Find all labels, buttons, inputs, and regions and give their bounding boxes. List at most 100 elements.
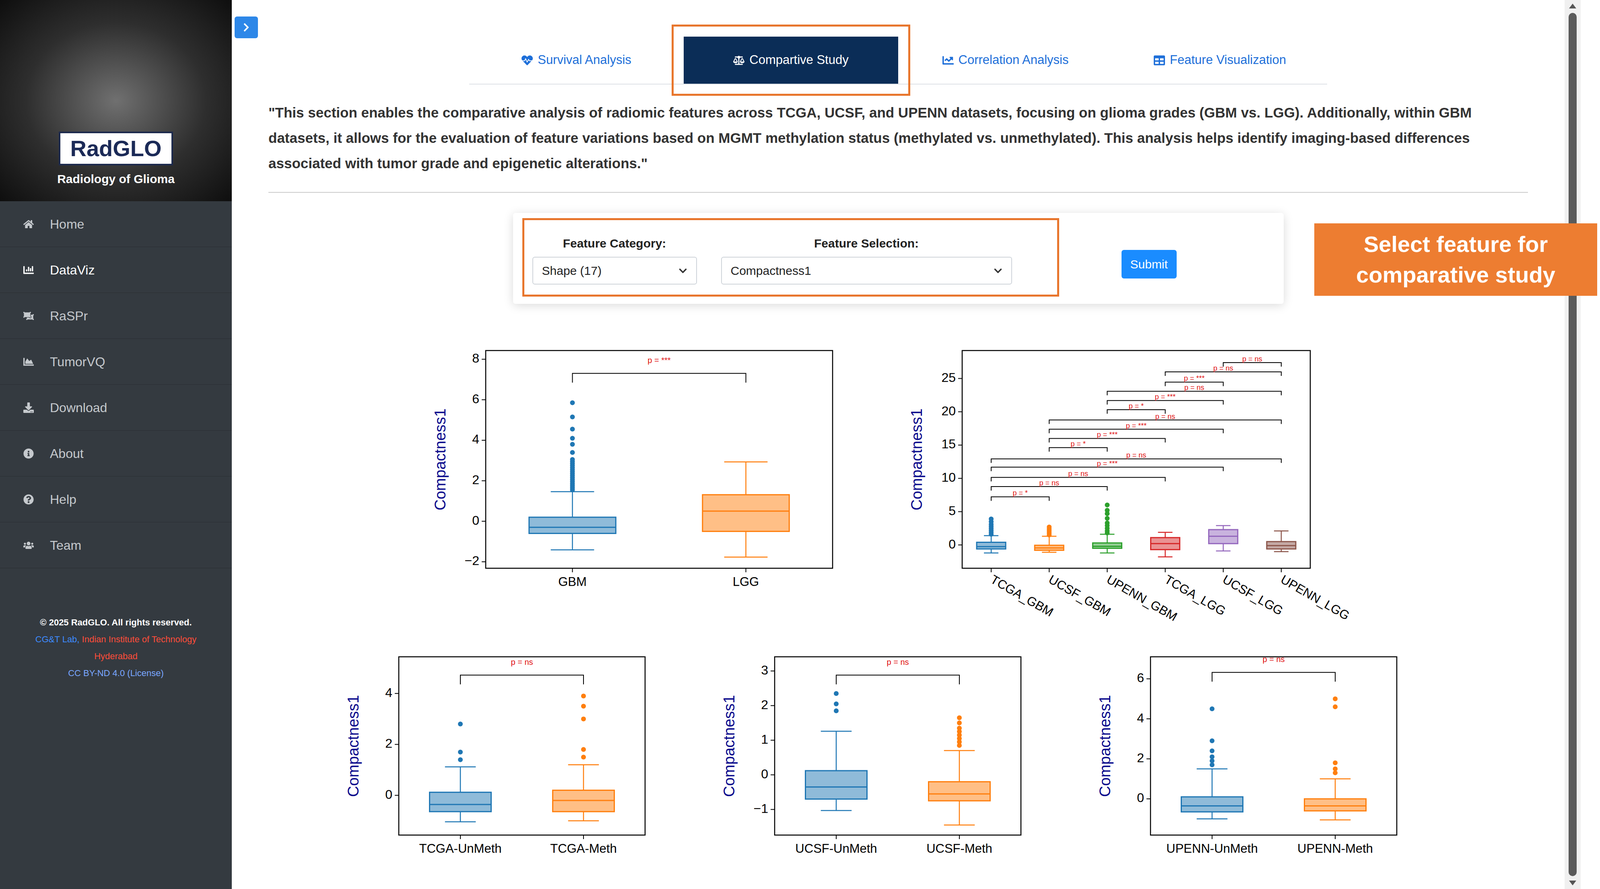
sidebar-footer: © 2025 RadGLO. All rights reserved.CG&T … <box>0 614 232 682</box>
outlier-dot <box>570 426 576 432</box>
institute-link[interactable]: Indian Institute of Technology Hyderabad <box>82 634 197 662</box>
sidebar-item[interactable]: Download <box>0 384 232 431</box>
x-axis-label: TCGA-UnMeth <box>419 841 502 856</box>
sidebar-item[interactable]: TumorVQ <box>0 338 232 385</box>
lab-link[interactable]: CG&T Lab, <box>35 634 80 645</box>
box-plot: LGG <box>702 461 790 589</box>
svg-text:4: 4 <box>472 431 480 447</box>
sidebar-item[interactable]: Team <box>0 522 232 569</box>
x-axis-label: UCSF_GBM <box>1046 572 1114 619</box>
tab[interactable]: Feature Visualization <box>1112 36 1328 84</box>
outlier-dot <box>581 716 586 722</box>
logo-subtitle: Radiology of Glioma <box>57 171 175 187</box>
svg-text:6: 6 <box>472 391 480 407</box>
sidebar-menu: HomeDataVizRaSPrTumorVQDownloadAboutHelp… <box>0 201 232 569</box>
svg-text:5: 5 <box>948 503 956 518</box>
significance-bracket: p = ns <box>991 451 1282 463</box>
tab[interactable]: Compartive Study <box>683 36 899 84</box>
tab-icon <box>942 54 954 66</box>
outlier-dot <box>1209 706 1215 712</box>
svg-text:−1: −1 <box>753 801 769 816</box>
y-axis-label: Compactness1 <box>720 694 738 797</box>
y-tick: 0 <box>385 787 399 802</box>
submit-button[interactable]: Submit <box>1121 249 1177 279</box>
outlier-dot <box>1209 738 1215 744</box>
sidebar-item[interactable]: Home <box>0 201 232 248</box>
y-tick: 2 <box>472 472 486 487</box>
tab[interactable]: Survival Analysis <box>469 36 684 84</box>
sidebar-toggle[interactable] <box>234 16 258 39</box>
x-axis-label: UCSF_LGG <box>1220 572 1286 619</box>
svg-text:1: 1 <box>760 731 769 747</box>
svg-text:p = ns: p = ns <box>1242 354 1263 363</box>
menu-icon <box>23 218 34 230</box>
svg-text:8: 8 <box>472 350 480 366</box>
svg-text:0: 0 <box>385 787 393 802</box>
svg-text:p = ***: p = *** <box>647 355 671 365</box>
significance-bracket: p = * <box>1107 402 1165 414</box>
license-link[interactable]: CC BY-ND 4.0 (License) <box>68 664 164 682</box>
box-plot: UCSF-Meth <box>926 715 993 856</box>
annotation-callout: Select feature for comparative study <box>1314 223 1598 296</box>
select-box[interactable]: Compactness1 <box>721 256 1013 285</box>
x-axis-label: UCSF-UnMeth <box>795 841 877 856</box>
outlier-dot <box>570 449 576 455</box>
plot-frame <box>485 350 833 569</box>
y-tick: 2 <box>385 736 399 751</box>
feature-selection: Feature Selection: Compactness1 <box>721 235 1013 285</box>
y-axis-label: Compactness1 <box>431 408 449 511</box>
logo[interactable]: RadGLO <box>58 131 173 166</box>
grade-box-chart: −202468Compactness1GBMLGGp = *** <box>425 342 845 601</box>
divider <box>268 191 1528 193</box>
plot-frame <box>398 656 646 836</box>
svg-text:p = ***: p = *** <box>1154 392 1176 401</box>
outlier-dot <box>570 414 576 420</box>
arrow-down-icon[interactable] <box>1568 880 1577 886</box>
outlier-dot <box>457 749 463 755</box>
y-tick: 0 <box>948 536 963 552</box>
box-plot: UPENN-UnMeth <box>1166 706 1258 856</box>
box-plot: TCGA_LGG <box>1150 532 1229 619</box>
scrollbar-thumb[interactable] <box>1568 12 1577 877</box>
outlier-dot <box>581 746 586 752</box>
box-plot: TCGA-Meth <box>550 693 617 856</box>
outlier-dot <box>1332 766 1338 772</box>
field-label: Feature Category: <box>562 235 667 252</box>
tab-icon <box>521 54 533 66</box>
sidebar-item[interactable]: RaSPr <box>0 292 232 339</box>
tab[interactable]: Correlation Analysis <box>898 36 1113 84</box>
sidebar-item[interactable]: Help <box>0 476 232 523</box>
svg-text:6: 6 <box>1136 670 1145 685</box>
y-tick: 5 <box>948 503 963 518</box>
x-axis-label: TCGA_GBM <box>988 572 1056 620</box>
y-tick: 4 <box>472 431 486 447</box>
svg-text:20: 20 <box>941 403 956 419</box>
methylation-box-chart: 024Compactness1TCGA-UnMethTCGA-Methp = n… <box>338 648 658 868</box>
box-plot: UCSF-UnMeth <box>795 690 877 856</box>
svg-text:10: 10 <box>941 470 956 485</box>
sidebar-item[interactable]: About <box>0 430 232 477</box>
scrollbar[interactable] <box>1564 0 1581 889</box>
svg-text:2: 2 <box>472 472 480 487</box>
svg-text:p = ns: p = ns <box>1184 383 1205 392</box>
methylation-box-chart: 0246Compactness1UPENN-UnMethUPENN-Methp … <box>1090 648 1409 868</box>
y-tick: 0 <box>472 513 486 528</box>
field-label: Feature Selection: <box>814 235 919 252</box>
chevron-right-icon <box>241 22 252 33</box>
menu-icon <box>23 448 34 459</box>
sidebar-item[interactable]: DataViz <box>0 247 232 293</box>
svg-text:p = ***: p = *** <box>1125 421 1147 430</box>
significance-bracket: p = ns <box>1223 354 1282 367</box>
svg-text:p = ns: p = ns <box>510 657 533 667</box>
feature-card: Feature Category: Shape (17) Feature Selec… <box>513 212 1284 304</box>
arrow-up-icon[interactable] <box>1568 3 1577 9</box>
significance-bracket: p = * <box>991 488 1050 501</box>
y-tick: −1 <box>753 801 775 816</box>
svg-text:p = ns: p = ns <box>886 657 909 667</box>
y-tick: 15 <box>941 436 963 452</box>
svg-text:p = *: p = * <box>1070 439 1087 448</box>
select-box[interactable]: Shape (17) <box>532 256 697 285</box>
feature-category: Feature Category: Shape (17) <box>532 235 697 285</box>
chevron-down-icon <box>678 266 688 276</box>
box-plot: TCGA_GBM <box>976 516 1056 620</box>
